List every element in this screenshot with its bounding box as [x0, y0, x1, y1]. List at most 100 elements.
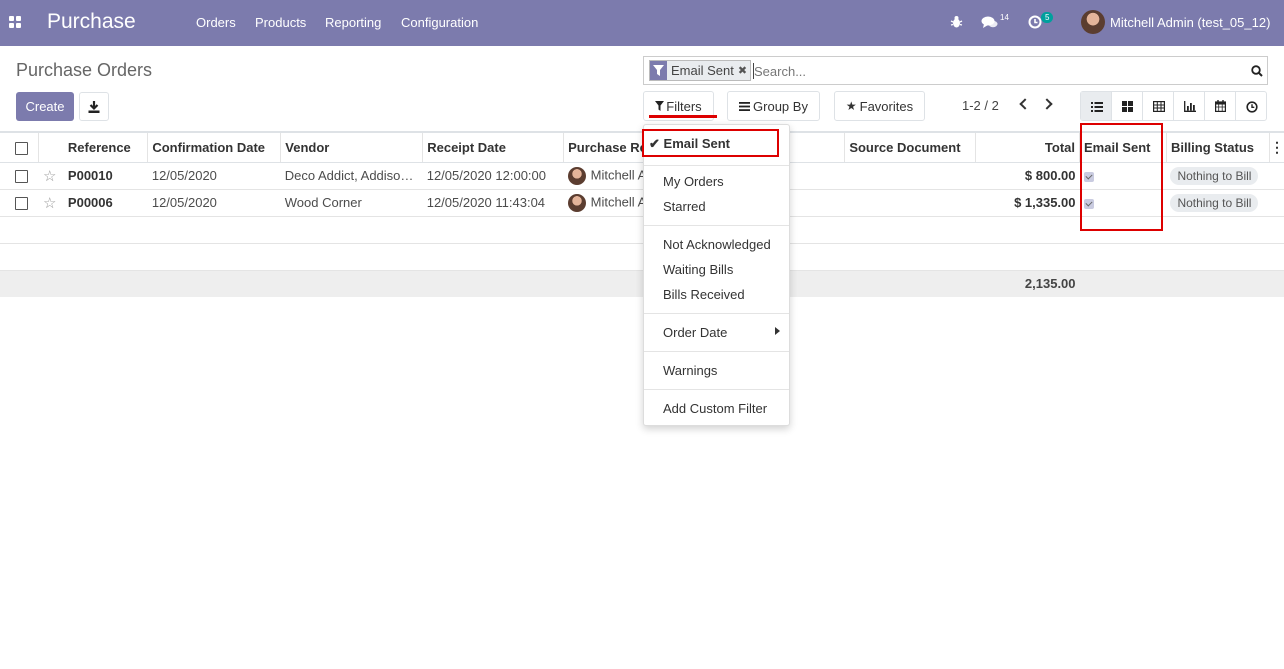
app-name[interactable]: Purchase — [47, 10, 136, 34]
cell-vendor: Wood Corner — [280, 189, 423, 217]
empty-row — [0, 216, 1284, 244]
column-vendor[interactable]: Vendor — [280, 131, 423, 163]
activities-clock-icon[interactable] — [1028, 15, 1042, 29]
messages-icon[interactable] — [981, 15, 998, 29]
kanban-view-icon[interactable] — [1112, 92, 1143, 120]
bars-icon — [739, 101, 751, 111]
star-icon: ★ — [845, 99, 857, 113]
pager-previous-icon[interactable] — [1019, 98, 1031, 110]
pivot-view-icon[interactable] — [1143, 92, 1174, 120]
cell-total: $ 1,335.00 — [975, 189, 1080, 217]
facet-remove-icon[interactable]: ✖ — [738, 64, 750, 77]
cell-email-sent — [1079, 162, 1167, 190]
cell-source-document — [844, 162, 976, 190]
filter-email-sent-label: Email Sent — [663, 136, 730, 151]
filter-waiting-bills[interactable]: Waiting Bills — [663, 262, 733, 277]
top-navbar: Purchase Orders Products Reporting Confi… — [0, 0, 1284, 46]
cell-reference: P00010 — [63, 162, 148, 190]
search-bar: Email Sent ✖ Search... — [643, 56, 1268, 85]
filter-bills-received[interactable]: Bills Received — [663, 287, 745, 302]
view-switcher — [1080, 91, 1267, 121]
cell-billing-status: Nothing to Bill — [1166, 189, 1270, 217]
purchase-orders-table: Reference Confirmation Date Vendor Recei… — [0, 131, 1284, 297]
graph-view-icon[interactable] — [1174, 92, 1205, 120]
table-row[interactable]: ☆ P00006 12/05/2020 Wood Corner 12/05/20… — [0, 189, 1284, 217]
column-receipt-date[interactable]: Receipt Date — [422, 131, 564, 163]
column-billing-status[interactable]: Billing Status — [1165, 131, 1270, 163]
grand-total: 2,135.00 — [975, 270, 1080, 297]
representative-avatar — [567, 166, 586, 185]
column-total[interactable]: Total — [975, 131, 1080, 163]
menu-products[interactable]: Products — [255, 15, 306, 30]
cell-total: $ 800.00 — [975, 162, 1080, 190]
row-checkbox[interactable] — [15, 170, 28, 184]
status-badge: Nothing to Bill — [1170, 167, 1259, 185]
column-reference[interactable]: Reference — [63, 131, 148, 163]
activity-view-icon[interactable] — [1236, 92, 1266, 120]
column-email-sent[interactable]: Email Sent — [1079, 131, 1167, 163]
download-icon — [88, 101, 100, 113]
cell-receipt-date: 12/05/2020 12:00:00 — [422, 162, 564, 190]
filter-icon — [655, 101, 665, 111]
representative-avatar — [567, 193, 586, 212]
group-by-label: Group By — [753, 98, 808, 114]
filter-starred[interactable]: Starred — [663, 199, 706, 214]
search-facet-email-sent: Email Sent ✖ — [649, 60, 752, 81]
column-confirmation-date[interactable]: Confirmation Date — [147, 131, 281, 163]
search-input[interactable]: Search... — [754, 64, 806, 79]
menu-reporting[interactable]: Reporting — [325, 15, 381, 30]
activities-badge: 5 — [1041, 12, 1054, 23]
filters-underline — [649, 115, 717, 118]
email-sent-checkbox — [1083, 171, 1094, 182]
create-button[interactable]: Create — [16, 92, 74, 121]
page-title: Purchase Orders — [16, 60, 153, 80]
filter-facet-icon — [650, 61, 667, 80]
cell-billing-status: Nothing to Bill — [1166, 162, 1270, 190]
cell-vendor: Deco Addict, Addiso… — [280, 162, 423, 190]
favorites-label: Favorites — [859, 98, 914, 114]
user-menu[interactable]: Mitchell Admin (test_05_12) — [1110, 15, 1270, 30]
column-source-document[interactable]: Source Document — [844, 131, 976, 163]
cell-confirmation-date: 12/05/2020 — [147, 189, 281, 217]
debug-bug-icon[interactable] — [950, 15, 963, 29]
cell-reference: P00006 — [63, 189, 148, 217]
filter-add-custom[interactable]: Add Custom Filter — [663, 401, 767, 416]
filter-my-orders[interactable]: My Orders — [663, 174, 724, 189]
calendar-view-icon[interactable] — [1205, 92, 1236, 120]
export-button[interactable] — [79, 92, 109, 121]
status-badge: Nothing to Bill — [1170, 194, 1259, 212]
group-by-button[interactable]: Group By — [727, 91, 820, 121]
favorites-button[interactable]: ★ Favorites — [834, 91, 925, 121]
check-icon: ✔ — [649, 136, 660, 151]
menu-configuration[interactable]: Configuration — [401, 15, 478, 30]
star-icon[interactable]: ☆ — [43, 168, 56, 185]
user-avatar[interactable] — [1081, 10, 1105, 34]
optional-columns-icon[interactable]: ⋮ — [1268, 131, 1284, 163]
search-icon[interactable] — [1251, 65, 1263, 77]
caret-right-icon — [775, 327, 780, 335]
star-icon[interactable]: ☆ — [43, 195, 56, 212]
menu-orders[interactable]: Orders — [196, 15, 236, 30]
cell-confirmation-date: 12/05/2020 — [147, 162, 281, 190]
filter-not-acknowledged[interactable]: Not Acknowledged — [663, 237, 771, 252]
messages-count: 14 — [1000, 13, 1009, 22]
filter-warnings[interactable]: Warnings — [663, 363, 717, 378]
apps-menu-icon[interactable] — [9, 16, 21, 28]
email-sent-checkbox — [1083, 198, 1094, 209]
select-all-checkbox[interactable] — [15, 141, 28, 155]
totals-row: 2,135.00 — [0, 270, 1284, 297]
representative-name: Mitchell A — [590, 193, 647, 209]
filter-order-date[interactable]: Order Date — [663, 325, 727, 340]
cell-receipt-date: 12/05/2020 11:43:04 — [422, 189, 564, 217]
row-checkbox[interactable] — [15, 197, 28, 211]
table-row[interactable]: ☆ P00010 12/05/2020 Deco Addict, Addiso…… — [0, 162, 1284, 190]
facet-label: Email Sent — [671, 63, 734, 78]
list-view-icon[interactable] — [1081, 92, 1112, 120]
pager-value[interactable]: 1-2 / 2 — [962, 98, 999, 113]
representative-name: Mitchell A — [590, 166, 647, 182]
filters-dropdown: ✔ Email Sent My Orders Starred Not Ackno… — [643, 124, 790, 426]
table-header-row: Reference Confirmation Date Vendor Recei… — [0, 131, 1284, 163]
cell-email-sent — [1079, 189, 1167, 217]
pager-next-icon[interactable] — [1041, 98, 1053, 110]
filter-email-sent[interactable]: ✔ Email Sent — [649, 136, 730, 152]
